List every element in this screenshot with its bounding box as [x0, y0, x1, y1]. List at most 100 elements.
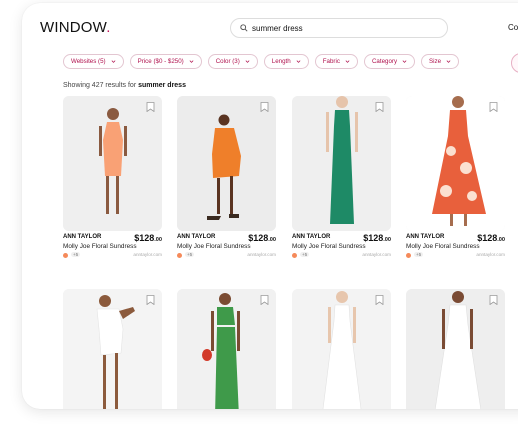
filter-label: Websites (5) [71, 58, 106, 65]
chevron-down-icon [296, 60, 301, 63]
product-photo [406, 289, 505, 409]
product-card[interactable]: ANN TAYLOR $128.00 Molly Joe Floral Sund… [177, 96, 276, 263]
product-title[interactable]: Molly Joe Floral Sundress [177, 243, 251, 250]
chevron-down-icon [345, 60, 350, 63]
window-logo[interactable]: WINDOW. [40, 19, 111, 36]
product-image[interactable] [177, 96, 276, 231]
product-image[interactable] [63, 96, 162, 231]
product-info: ANN TAYLOR $128.00 Molly Joe Floral Sund… [63, 233, 162, 263]
bookmark-icon[interactable] [375, 102, 384, 112]
filter-label: Length [271, 58, 291, 65]
bookmark-icon[interactable] [489, 102, 498, 112]
color-swatch[interactable] [63, 253, 68, 258]
store-domain[interactable]: anntaylor.com [362, 252, 391, 257]
color-swatch[interactable] [177, 253, 182, 258]
product-photo [177, 289, 276, 409]
chevron-down-icon [111, 60, 116, 63]
price-cents: .00 [154, 237, 162, 243]
filter-label: Category [371, 58, 398, 65]
filter-price[interactable]: Price ($0 - $250) [129, 54, 202, 69]
color-swatch[interactable] [292, 253, 297, 258]
search-bar[interactable]: summer dress [230, 18, 448, 38]
bookmark-icon[interactable] [489, 295, 498, 305]
price-main: $128 [477, 233, 498, 243]
product-card[interactable] [292, 289, 391, 409]
more-colors-count[interactable]: +5 [414, 252, 424, 257]
price-cents: .00 [268, 237, 276, 243]
app-window: WINDOW. summer dress Co Websites (5) Pri… [22, 3, 518, 409]
price-main: $128 [248, 233, 269, 243]
logo-dot: . [106, 19, 111, 36]
more-colors-count[interactable]: +5 [300, 252, 310, 257]
product-image[interactable] [292, 96, 391, 231]
product-image[interactable] [177, 289, 276, 409]
price-cents: .00 [497, 237, 505, 243]
results-count: Showing 427 results for summer dress [63, 82, 186, 89]
store-domain[interactable]: anntaylor.com [133, 252, 162, 257]
filter-bar: Websites (5) Price ($0 - $250) Color (3)… [63, 54, 460, 69]
product-price: $128.00 [248, 233, 276, 243]
results-prefix: Showing 427 results for [63, 82, 137, 89]
search-query-text: summer dress [252, 23, 303, 33]
price-main: $128 [363, 233, 384, 243]
chevron-down-icon [446, 60, 451, 63]
more-colors-count[interactable]: +5 [71, 252, 81, 257]
product-photo [292, 96, 391, 231]
color-swatch[interactable] [406, 253, 411, 258]
filter-label: Price ($0 - $250) [137, 58, 184, 65]
product-card[interactable]: ANN TAYLOR $128.00 Molly Joe Floral Sund… [406, 96, 505, 263]
product-brand: ANN TAYLOR [292, 234, 331, 240]
results-query: summer dress [138, 82, 186, 89]
chevron-down-icon [245, 60, 250, 63]
filter-fabric[interactable]: Fabric [314, 54, 358, 69]
store-domain[interactable]: anntaylor.com [476, 252, 505, 257]
product-card[interactable] [177, 289, 276, 409]
bookmark-icon[interactable] [375, 295, 384, 305]
price-cents: .00 [383, 237, 391, 243]
bookmark-icon[interactable] [146, 295, 155, 305]
product-image[interactable] [406, 289, 505, 409]
product-image[interactable] [63, 289, 162, 409]
product-info: ANN TAYLOR $128.00 Molly Joe Floral Sund… [177, 233, 276, 263]
filter-websites[interactable]: Websites (5) [63, 54, 124, 69]
price-main: $128 [134, 233, 155, 243]
filter-size[interactable]: Size [421, 54, 460, 69]
store-domain[interactable]: anntaylor.com [247, 252, 276, 257]
nav-link-partial[interactable]: Co [508, 23, 518, 32]
product-card[interactable] [406, 289, 505, 409]
search-icon [240, 24, 248, 32]
product-price: $128.00 [477, 233, 505, 243]
filter-label: Size [429, 58, 442, 65]
filter-length[interactable]: Length [263, 54, 309, 69]
filter-category[interactable]: Category [363, 54, 416, 69]
product-photo [292, 289, 391, 409]
filter-label: Fabric [322, 58, 340, 65]
product-brand: ANN TAYLOR [63, 234, 102, 240]
bookmark-icon[interactable] [146, 102, 155, 112]
product-image[interactable] [292, 289, 391, 409]
product-card[interactable]: ANN TAYLOR $128.00 Molly Joe Floral Sund… [63, 96, 162, 263]
chevron-down-icon [189, 60, 194, 63]
product-title[interactable]: Molly Joe Floral Sundress [406, 243, 480, 250]
action-button-partial[interactable] [511, 53, 518, 73]
more-colors-count[interactable]: +5 [185, 252, 195, 257]
product-title[interactable]: Molly Joe Floral Sundress [292, 243, 366, 250]
filter-color[interactable]: Color (3) [207, 54, 258, 69]
product-image[interactable] [406, 96, 505, 231]
product-card[interactable]: ANN TAYLOR $128.00 Molly Joe Floral Sund… [292, 96, 391, 263]
product-info: ANN TAYLOR $128.00 Molly Joe Floral Sund… [292, 233, 391, 263]
product-photo [63, 289, 162, 409]
product-photo [406, 96, 505, 231]
bookmark-icon[interactable] [260, 295, 269, 305]
product-photo [177, 96, 276, 231]
product-price: $128.00 [134, 233, 162, 243]
bookmark-icon[interactable] [260, 102, 269, 112]
product-brand: ANN TAYLOR [406, 234, 445, 240]
product-brand: ANN TAYLOR [177, 234, 216, 240]
product-info: ANN TAYLOR $128.00 Molly Joe Floral Sund… [406, 233, 505, 263]
product-card[interactable] [63, 289, 162, 409]
product-price: $128.00 [363, 233, 391, 243]
logo-text: WINDOW [40, 19, 107, 36]
product-title[interactable]: Molly Joe Floral Sundress [63, 243, 137, 250]
product-photo [63, 96, 162, 231]
